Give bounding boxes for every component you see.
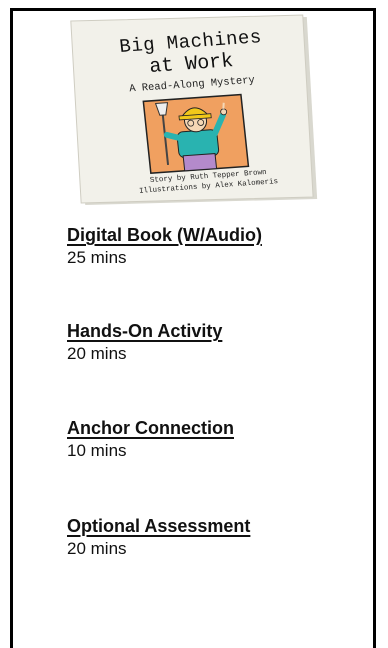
digital-book-duration: 25 mins — [67, 248, 127, 267]
lesson-card: Big Machines at Work A Read-Along Myster… — [10, 8, 376, 648]
lesson-item-optional-assessment: Optional Assessment 20 mins — [67, 516, 250, 559]
hands-on-activity-duration: 20 mins — [67, 344, 127, 363]
lesson-item-anchor-connection: Anchor Connection 10 mins — [67, 418, 234, 461]
hands-on-activity-link[interactable]: Hands-On Activity — [67, 321, 222, 342]
anchor-connection-link[interactable]: Anchor Connection — [67, 418, 234, 439]
digital-book-link[interactable]: Digital Book (W/Audio) — [67, 225, 262, 246]
optional-assessment-duration: 20 mins — [67, 539, 127, 558]
book-cover[interactable]: Big Machines at Work A Read-Along Myster… — [68, 13, 318, 208]
anchor-connection-duration: 10 mins — [67, 441, 127, 460]
book-cover-face: Big Machines at Work A Read-Along Myster… — [65, 13, 322, 208]
lesson-item-hands-on-activity: Hands-On Activity 20 mins — [67, 321, 222, 364]
lesson-item-digital-book: Digital Book (W/Audio) 25 mins — [67, 225, 262, 268]
optional-assessment-link[interactable]: Optional Assessment — [67, 516, 250, 537]
